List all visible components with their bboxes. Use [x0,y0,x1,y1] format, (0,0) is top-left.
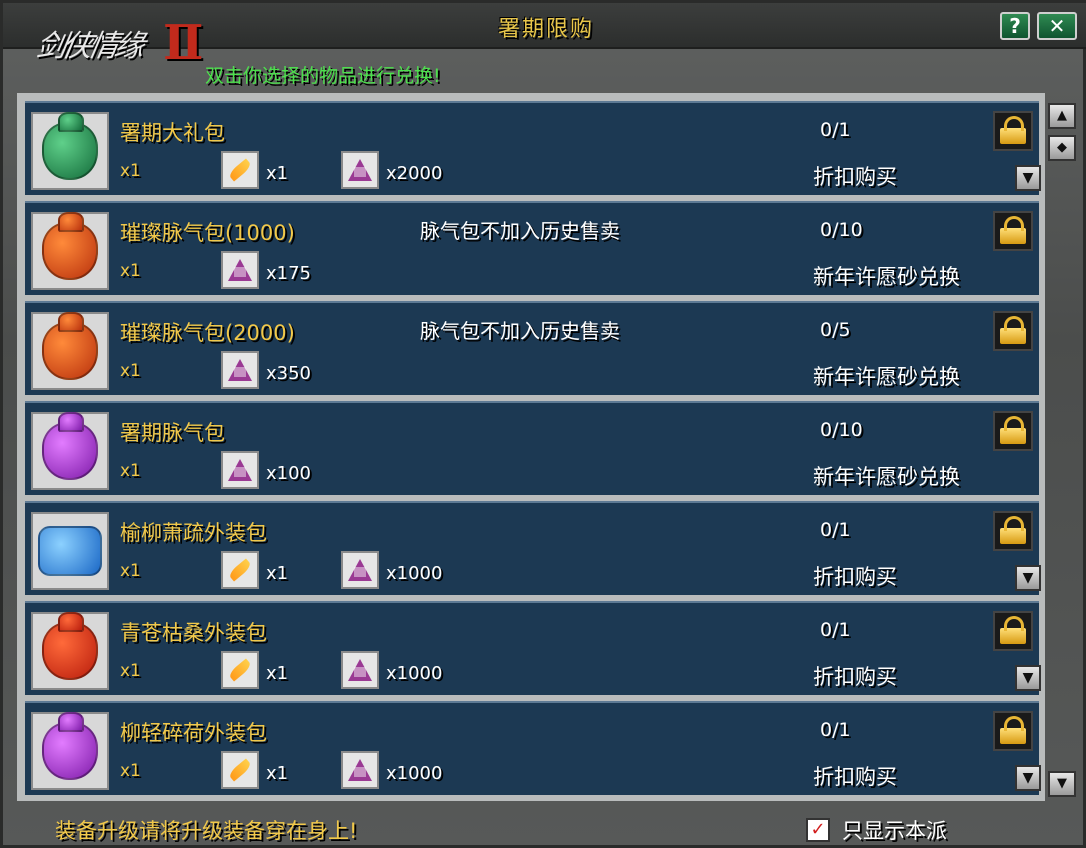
bag-icon [42,412,98,480]
instruction-hint: 双击你选择的物品进行兑换! [205,65,441,87]
lock-icon[interactable] [993,411,1033,451]
item-note: 脉气包不加入历史售卖 [420,319,620,343]
item-list: 署期大礼包 x1 x1 x2000 0/1 折扣购买 ▼ 璀璨脉气包(1000)… [17,93,1045,801]
feather-icon[interactable] [221,651,259,689]
material-qty: x1 [266,563,289,584]
chevron-down-icon[interactable]: ▼ [1015,565,1041,591]
item-name: 璀璨脉气包(1000) [120,221,295,245]
crystal-icon[interactable] [221,451,259,489]
list-item[interactable]: 柳轻碎荷外装包 x1 x1 x1000 0/1 折扣购买 ▼ [25,701,1041,795]
scroll-thumb-icon[interactable]: ◆ [1048,135,1076,161]
item-icon-slot[interactable] [31,112,109,190]
lock-icon[interactable] [993,611,1033,651]
lock-icon[interactable] [993,711,1033,751]
item-qty: x1 [120,161,141,181]
scroll-up-icon[interactable]: ▲ [1048,103,1076,129]
item-name: 青苍枯桑外装包 [120,621,267,645]
action-label: 新年许愿砂兑换 [813,265,960,289]
item-icon-slot[interactable] [31,312,109,390]
list-item[interactable]: 璀璨脉气包(2000) x1 脉气包不加入历史售卖 x350 0/5 新年许愿砂… [25,301,1039,395]
list-item[interactable]: 署期大礼包 x1 x1 x2000 0/1 折扣购买 ▼ [25,101,1041,195]
action-label: 新年许愿砂兑换 [813,465,960,489]
scroll-down-icon[interactable]: ▼ [1048,771,1076,797]
material-qty: x100 [266,463,312,484]
item-note: 脉气包不加入历史售卖 [420,219,620,243]
item-qty: x1 [120,361,141,381]
item-name: 柳轻碎荷外装包 [120,721,267,745]
crystal-icon[interactable] [221,251,259,289]
bag-icon [42,612,98,680]
crystal-icon[interactable] [341,551,379,589]
purchase-count: 0/1 [820,119,851,141]
bag-icon [42,712,98,780]
action-label: 折扣购买 [813,565,897,589]
lock-icon[interactable] [993,511,1033,551]
crystal-icon[interactable] [341,151,379,189]
show-faction-checkbox[interactable]: ✓ [806,818,830,842]
item-icon-slot[interactable] [31,712,109,790]
shop-window: 署期限购 剑侠情缘 Ⅱ ? ✕ 双击你选择的物品进行兑换! 署期大礼包 x1 x… [0,0,1086,848]
item-icon-slot[interactable] [31,612,109,690]
purchase-count: 0/10 [820,419,863,441]
lock-icon[interactable] [993,111,1033,151]
logo-numeral: Ⅱ [163,15,204,71]
list-item[interactable]: 署期脉气包 x1 x100 0/10 新年许愿砂兑换 [25,401,1039,495]
material-qty: x2000 [386,163,443,184]
lock-icon[interactable] [993,211,1033,251]
item-qty: x1 [120,661,141,681]
chevron-down-icon[interactable]: ▼ [1015,665,1041,691]
list-item[interactable]: 青苍枯桑外装包 x1 x1 x1000 0/1 折扣购买 ▼ [25,601,1041,695]
item-name: 璀璨脉气包(2000) [120,321,295,345]
footer-tip: 装备升级请将升级装备穿在身上! [55,819,358,843]
item-qty: x1 [120,761,141,781]
item-qty: x1 [120,461,141,481]
material-qty: x175 [266,263,312,284]
logo-calligraphy: 剑侠情缘 [33,29,144,64]
item-qty: x1 [120,561,141,581]
action-label: 新年许愿砂兑换 [813,365,960,389]
crystal-icon[interactable] [341,751,379,789]
purchase-count: 0/1 [820,619,851,641]
material-qty: x1 [266,163,289,184]
item-icon-slot[interactable] [31,512,109,590]
lock-icon[interactable] [993,311,1033,351]
close-button[interactable]: ✕ [1037,12,1077,40]
feather-icon[interactable] [221,551,259,589]
item-name: 署期大礼包 [120,121,225,145]
bag-icon [42,112,98,180]
bag-icon [42,212,98,280]
purchase-count: 0/1 [820,719,851,741]
scrollbar[interactable]: ▲ ◆ ▼ [1048,103,1076,799]
bag-icon [38,526,102,576]
material-qty: x1 [266,763,289,784]
chevron-down-icon[interactable]: ▼ [1015,765,1041,791]
checkbox-label: 只显示本派 [842,819,947,843]
material-qty: x1000 [386,663,443,684]
feather-icon[interactable] [221,151,259,189]
action-label: 折扣购买 [813,665,897,689]
material-qty: x1 [266,663,289,684]
purchase-count: 0/10 [820,219,863,241]
item-qty: x1 [120,261,141,281]
action-label: 折扣购买 [813,765,897,789]
material-qty: x1000 [386,563,443,584]
item-name: 署期脉气包 [120,421,225,445]
list-item[interactable]: 璀璨脉气包(1000) x1 脉气包不加入历史售卖 x175 0/10 新年许愿… [25,201,1039,295]
help-button[interactable]: ? [1000,12,1030,40]
bag-icon [42,312,98,380]
item-icon-slot[interactable] [31,412,109,490]
item-icon-slot[interactable] [31,212,109,290]
list-item[interactable]: 榆柳萧疏外装包 x1 x1 x1000 0/1 折扣购买 ▼ [25,501,1041,595]
game-logo: 剑侠情缘 Ⅱ [17,9,217,77]
item-name: 榆柳萧疏外装包 [120,521,267,545]
feather-icon[interactable] [221,751,259,789]
purchase-count: 0/5 [820,319,851,341]
material-qty: x350 [266,363,312,384]
material-qty: x1000 [386,763,443,784]
action-label: 折扣购买 [813,165,897,189]
crystal-icon[interactable] [341,651,379,689]
crystal-icon[interactable] [221,351,259,389]
purchase-count: 0/1 [820,519,851,541]
chevron-down-icon[interactable]: ▼ [1015,165,1041,191]
